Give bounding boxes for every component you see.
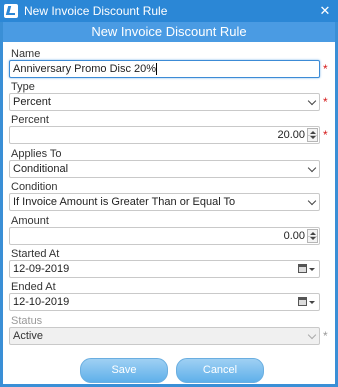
started-at-value: 12-09-2019 xyxy=(13,263,70,275)
dropdown-arrow-icon[interactable] xyxy=(309,301,315,304)
status-required-marker: * xyxy=(323,329,328,343)
type-required-marker: * xyxy=(323,95,328,109)
name-value: Anniversary Promo Disc 20% xyxy=(13,63,157,75)
amount-value: 0.00 xyxy=(283,230,305,242)
type-select[interactable]: Percent xyxy=(9,93,320,111)
started-at-label: Started At xyxy=(11,248,60,260)
ended-at-label: Ended At xyxy=(11,281,56,293)
close-button[interactable]: ✕ xyxy=(316,2,334,20)
text-caret xyxy=(156,63,158,76)
status-label: Status xyxy=(11,315,43,327)
calendar-icon[interactable] xyxy=(298,264,307,273)
form-header: New Invoice Discount Rule xyxy=(3,22,335,42)
chevron-down-icon xyxy=(307,196,317,206)
close-icon: ✕ xyxy=(319,3,331,18)
percent-label: Percent xyxy=(11,114,49,126)
condition-value: If Invoice Amount is Greater Than or Equ… xyxy=(13,196,236,208)
app-logo-icon xyxy=(4,4,18,18)
status-value: Active xyxy=(13,330,43,342)
amount-input[interactable]: 0.00 xyxy=(9,227,320,245)
save-button[interactable]: Save xyxy=(80,358,168,383)
percent-input[interactable]: 20.00 xyxy=(9,126,320,144)
spinner-icon[interactable] xyxy=(307,128,318,142)
spinner-icon[interactable] xyxy=(307,229,318,243)
window-title: New Invoice Discount Rule xyxy=(24,4,168,18)
dropdown-arrow-icon[interactable] xyxy=(309,268,315,271)
title-bar: New Invoice Discount Rule ✕ xyxy=(0,0,338,22)
type-label: Type xyxy=(11,81,35,93)
name-label: Name xyxy=(11,48,41,60)
status-select: Active xyxy=(9,327,320,345)
applies-to-select[interactable]: Conditional xyxy=(9,160,320,178)
cancel-button[interactable]: Cancel xyxy=(176,358,264,383)
started-at-date[interactable]: 12-09-2019 xyxy=(9,260,320,278)
condition-select[interactable]: If Invoice Amount is Greater Than or Equ… xyxy=(9,193,320,211)
calendar-icon[interactable] xyxy=(298,297,307,306)
type-value: Percent xyxy=(13,96,51,108)
applies-to-value: Conditional xyxy=(13,163,69,175)
ended-at-date[interactable]: 12-10-2019 xyxy=(9,293,320,311)
dialog-body: New Invoice Discount Rule Name Anniversa… xyxy=(3,22,335,384)
name-required-marker: * xyxy=(323,62,328,76)
applies-to-label: Applies To xyxy=(11,148,62,160)
chevron-down-icon xyxy=(307,96,317,106)
chevron-down-icon xyxy=(307,163,317,173)
chevron-down-icon xyxy=(307,330,317,340)
condition-label: Condition xyxy=(11,181,58,193)
percent-value: 20.00 xyxy=(277,129,305,141)
name-input[interactable]: Anniversary Promo Disc 20% xyxy=(9,60,320,78)
percent-required-marker: * xyxy=(323,128,328,142)
ended-at-value: 12-10-2019 xyxy=(13,296,70,308)
amount-label: Amount xyxy=(11,215,49,227)
